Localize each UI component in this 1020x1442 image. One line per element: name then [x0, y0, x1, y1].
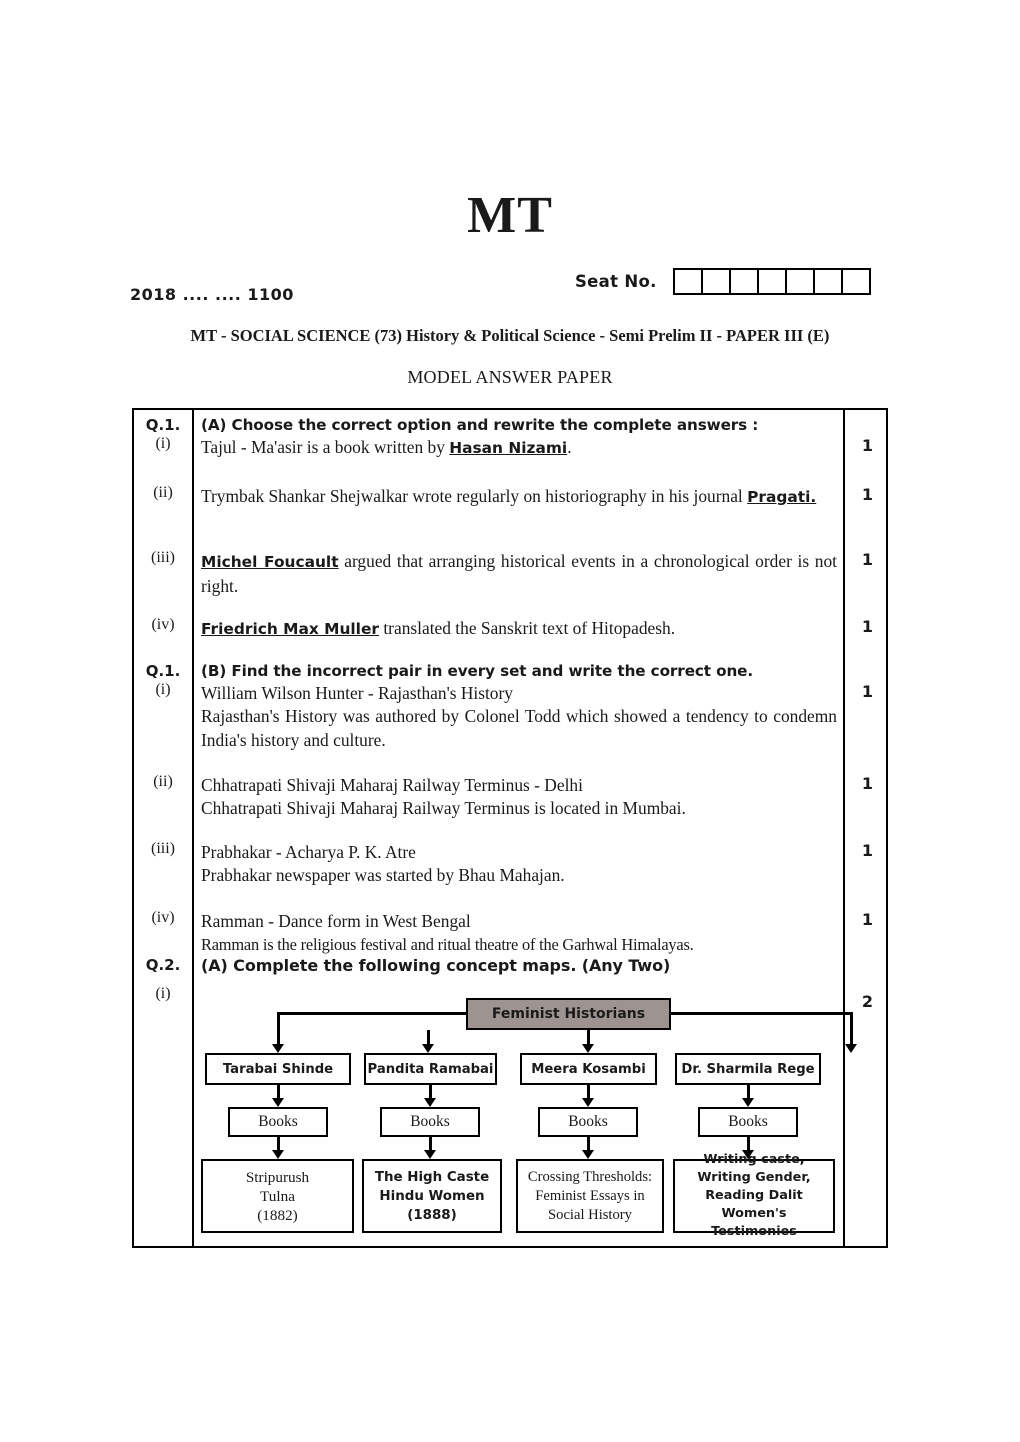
q1a-item-i-text: Tajul - Ma'asir is a book written by Has… — [201, 437, 572, 457]
seat-no-box[interactable] — [784, 268, 815, 295]
q1a-item-ii-text: Trymbak Shankar Shejwalkar wrote regular… — [201, 486, 817, 506]
q1a-item-iii-text: Michel Foucault argued that arranging hi… — [201, 551, 837, 596]
title-line: Social History — [548, 1206, 632, 1223]
title-line: Feminist Essays in — [535, 1187, 645, 1204]
concept-title-box-1: Stripurush Tulna (1882) — [201, 1159, 354, 1233]
connector-line-left — [277, 1012, 467, 1015]
concept-name-box-1: Tarabai Shinde — [205, 1053, 351, 1085]
arrow-head-books-3 — [582, 1098, 594, 1107]
q1b-item-ii-line1: Chhatrapati Shivaji Maharaj Railway Term… — [201, 775, 583, 795]
marks-value: 1 — [861, 774, 874, 793]
question-number-q1b: Q.1. — [145, 662, 181, 680]
marks-value: 1 — [861, 485, 874, 504]
seat-no-label: Seat No. — [575, 272, 657, 291]
seat-no-box[interactable] — [756, 268, 787, 295]
seat-no-box[interactable] — [700, 268, 731, 295]
title-line: Crossing Thresholds: — [527, 1168, 653, 1185]
seat-no-box[interactable] — [840, 268, 871, 295]
connector-vert-4 — [850, 1012, 853, 1046]
item-roman: (i) — [155, 985, 171, 1002]
title-line: Hindu Women — [379, 1188, 485, 1204]
title-line: Writing Gender, — [697, 1170, 811, 1185]
q1b-heading: (B) Find the incorrect pair in every set… — [201, 662, 754, 680]
arrow-head-3 — [582, 1044, 594, 1053]
arrow-head-title-1 — [272, 1150, 284, 1159]
marks-value: 1 — [861, 436, 874, 455]
arrow-head-2 — [422, 1044, 434, 1053]
concept-name-box-3: Meera Kosambi — [520, 1053, 657, 1085]
seat-no-box[interactable] — [812, 268, 843, 295]
mt-logo: MT — [467, 187, 553, 244]
concept-root-box: Feminist Historians — [466, 998, 671, 1030]
q1b-item-ii-line2: Chhatrapati Shivaji Maharaj Railway Term… — [201, 798, 686, 818]
marks-value: 1 — [861, 682, 874, 701]
item-roman: (i) — [155, 435, 171, 452]
item-roman: (iii) — [151, 549, 175, 566]
arrow-head-1 — [272, 1044, 284, 1053]
q1b-item-i-line2: Rajasthan's History was authored by Colo… — [201, 706, 837, 750]
seat-no-group: Seat No. — [575, 268, 871, 295]
item-roman: (i) — [155, 681, 171, 698]
title-line: (1882) — [257, 1206, 298, 1224]
subject-line: MT - SOCIAL SCIENCE (73) History & Polit… — [190, 326, 830, 345]
marks-value: 1 — [861, 550, 874, 569]
arrow-head-4 — [845, 1044, 857, 1053]
q1a-item-iv-text: Friedrich Max Muller translated the Sans… — [201, 618, 676, 638]
arrow-head-title-3 — [582, 1150, 594, 1159]
question-number-q1a: Q.1. — [145, 416, 181, 434]
item-roman: (ii) — [153, 773, 173, 790]
arrow-head-title-2 — [424, 1150, 436, 1159]
question-table: Q.1. (A) Choose the correct option and r… — [132, 408, 888, 1248]
arrow-head-books-4 — [742, 1098, 754, 1107]
concept-books-box-3: Books — [538, 1107, 638, 1137]
q1b-item-i-line1: William Wilson Hunter - Rajasthan's Hist… — [201, 683, 513, 703]
concept-name-box-2: Pandita Ramabai — [364, 1053, 497, 1085]
title-line: Writing caste, — [703, 1152, 805, 1167]
concept-title-box-4: Writing caste, Writing Gender, Reading D… — [673, 1152, 835, 1239]
title-line: Tulna — [260, 1187, 295, 1205]
arrow-head-books-1 — [272, 1098, 284, 1107]
marks-value: 2 — [861, 992, 874, 1011]
marks-value: 1 — [861, 910, 874, 929]
title-line: Reading Dalit — [705, 1188, 803, 1203]
seat-no-box[interactable] — [672, 268, 703, 295]
q1a-heading: (A) Choose the correct option and rewrit… — [201, 416, 759, 434]
seat-no-boxes — [672, 268, 871, 295]
column-divider-right — [843, 410, 845, 1246]
page-title: MODEL ANSWER PAPER — [407, 367, 613, 387]
concept-name-box-4: Dr. Sharmila Rege — [675, 1053, 821, 1085]
title-line: Stripurush — [245, 1168, 310, 1186]
concept-map-feminist-historians: Feminist Historians Tarabai Shinde Pandi… — [194, 990, 857, 1248]
item-roman: (iv) — [151, 909, 175, 926]
item-roman: (iii) — [151, 840, 175, 857]
item-roman: (ii) — [153, 484, 173, 501]
concept-books-box-2: Books — [380, 1107, 480, 1137]
title-line: (1888) — [407, 1207, 457, 1223]
title-line: The High Caste — [374, 1169, 490, 1185]
concept-books-box-4: Books — [698, 1107, 798, 1137]
connector-line-right — [670, 1012, 852, 1015]
concept-title-box-3: Crossing Thresholds: Feminist Essays in … — [516, 1159, 664, 1233]
concept-books-box-1: Books — [228, 1107, 328, 1137]
marks-value: 1 — [861, 617, 874, 636]
arrow-head-books-2 — [424, 1098, 436, 1107]
answer-paper-page: MT Seat No. 2018 .... .... 1100 MT - SOC… — [0, 0, 1020, 1442]
q1b-item-iv-line1: Ramman - Dance form in West Bengal — [201, 911, 471, 931]
exam-code: 2018 .... .... 1100 — [130, 285, 294, 304]
marks-value: 1 — [861, 841, 874, 860]
title-line: Women's Testimonies — [711, 1206, 797, 1239]
q1b-item-iii-line2: Prabhakar newspaper was started by Bhau … — [201, 865, 565, 885]
item-roman: (iv) — [151, 616, 175, 633]
connector-vert-1 — [277, 1012, 280, 1046]
question-number-q2a: Q.2. — [145, 956, 181, 974]
q2a-heading: (A) Complete the following concept maps.… — [201, 956, 671, 975]
seat-no-box[interactable] — [728, 268, 759, 295]
q1b-item-iv-line2: Ramman is the religious festival and rit… — [201, 935, 694, 954]
q1b-item-iii-line1: Prabhakar - Acharya P. K. Atre — [201, 842, 416, 862]
concept-title-box-2: The High Caste Hindu Women (1888) — [362, 1159, 502, 1233]
